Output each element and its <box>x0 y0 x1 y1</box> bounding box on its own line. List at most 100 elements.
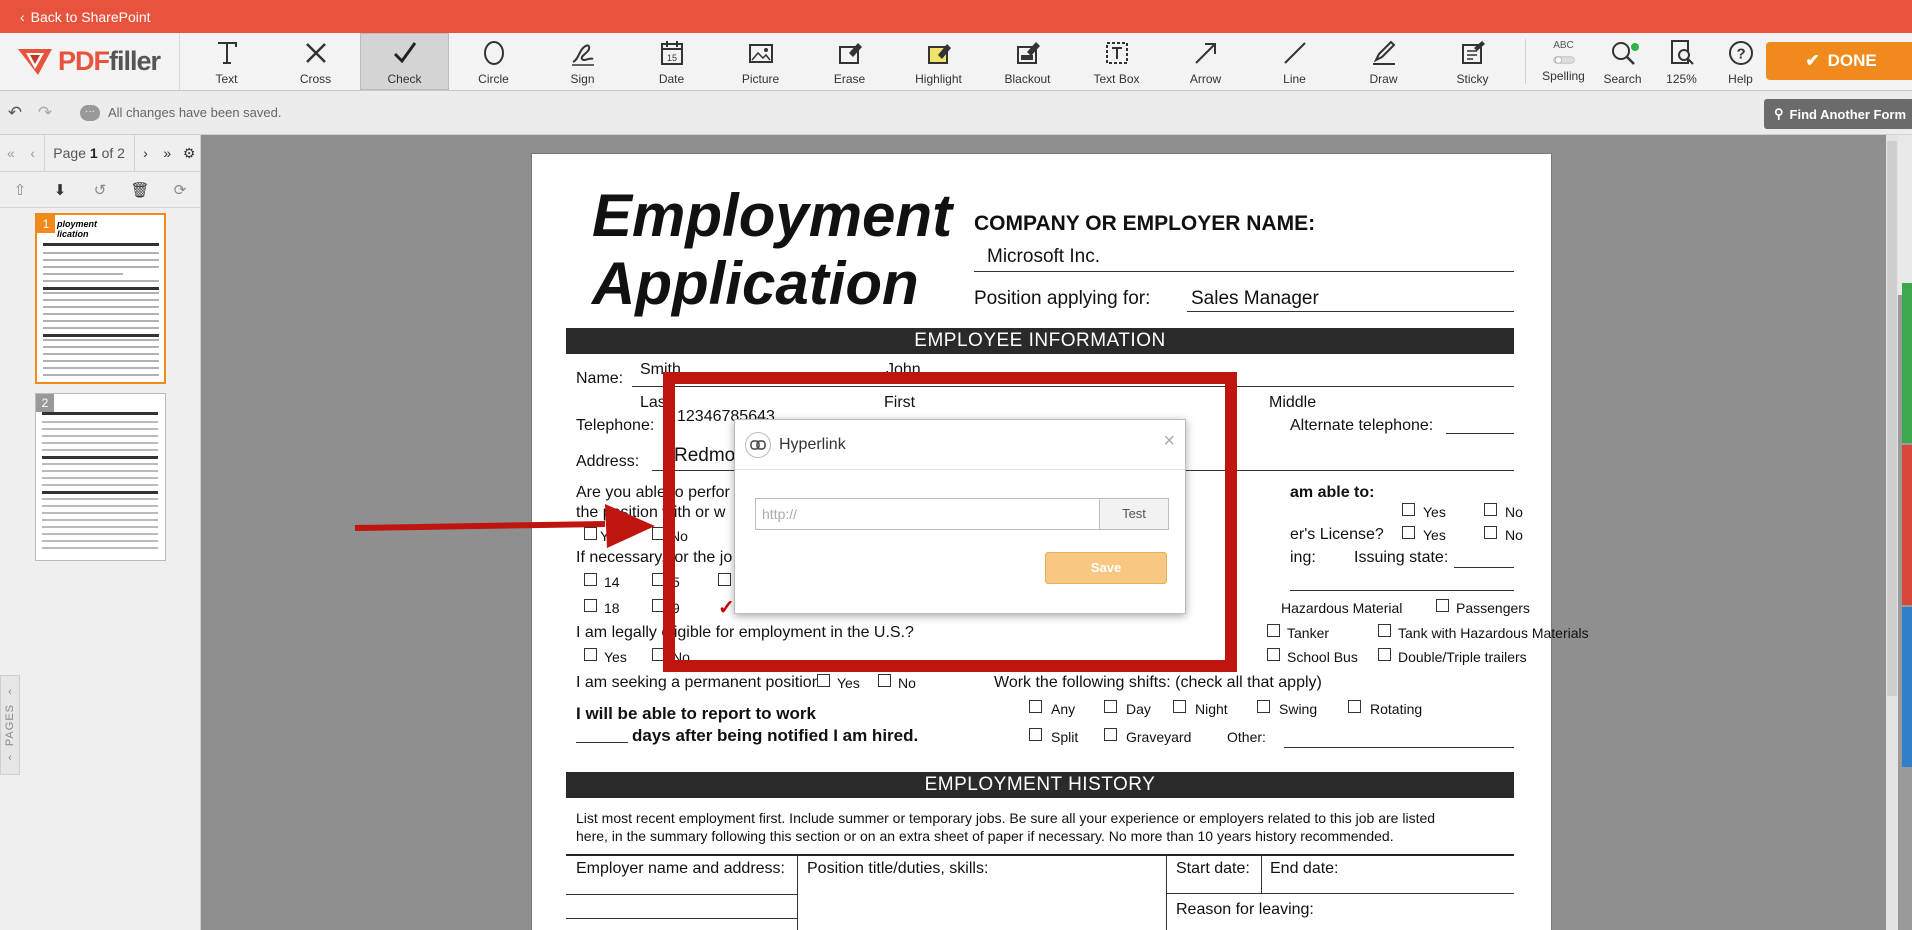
blackout-icon <box>1016 41 1040 64</box>
shift-day-checkbox[interactable] <box>1104 700 1117 713</box>
tool-group: Text Cross Check Circle Sign 15 Date Pic… <box>180 33 1770 90</box>
tool-spelling[interactable]: ABC Spelling <box>1534 33 1593 90</box>
tool-text-box[interactable]: Text Box <box>1072 33 1161 90</box>
svg-text:?: ? <box>1736 45 1745 62</box>
check-icon <box>393 41 416 63</box>
tool-label: Arrow <box>1189 71 1222 86</box>
school-bus-checkbox[interactable] <box>1267 648 1280 661</box>
refresh-icon[interactable]: ⟳ <box>160 181 200 199</box>
other-label: Other: <box>1227 729 1266 745</box>
annotation-arrow <box>355 504 655 548</box>
back-to-sharepoint-link[interactable]: ‹ Back to SharePoint <box>0 0 1912 33</box>
rotate-icon[interactable]: ↺ <box>80 181 120 199</box>
chevron-left-icon: ‹ <box>8 752 12 765</box>
find-another-form-button[interactable]: ⚲ Find Another Form <box>1764 99 1912 129</box>
license-no-checkbox[interactable] <box>1484 526 1497 539</box>
tool-sticky[interactable]: Sticky <box>1428 33 1517 90</box>
company-field[interactable]: Microsoft Inc. <box>987 246 1100 268</box>
tool-circle[interactable]: Circle <box>449 33 538 90</box>
tool-label: Date <box>658 71 685 86</box>
tool-text[interactable]: Text <box>182 33 271 90</box>
next-page-icon[interactable]: › <box>135 145 157 161</box>
page-current: 1 <box>89 144 98 161</box>
redo-icon[interactable]: ↷ <box>30 103 60 123</box>
tool-date[interactable]: 15 Date <box>627 33 716 90</box>
tool-check[interactable]: Check <box>360 33 449 90</box>
able-no-checkbox[interactable] <box>1484 503 1497 516</box>
tool-help[interactable]: ? Help <box>1711 33 1770 90</box>
pages-tab[interactable]: ‹ PAGES ‹ <box>0 675 20 775</box>
tool-highlight[interactable]: Highlight <box>894 33 983 90</box>
first-page-icon[interactable]: « <box>0 145 22 161</box>
shift-night-checkbox[interactable] <box>1173 700 1186 713</box>
tool-label: Erase <box>833 71 866 86</box>
shift-any-checkbox[interactable] <box>1029 700 1042 713</box>
eligible-yes-checkbox[interactable] <box>584 648 597 661</box>
undo-icon[interactable]: ↶ <box>0 103 30 123</box>
page-thumbnail[interactable]: 1 ployment lication <box>35 213 166 384</box>
find-label: Find Another Form <box>1789 106 1907 122</box>
permanent-no-checkbox[interactable] <box>878 674 891 687</box>
shift-split-checkbox[interactable] <box>1029 728 1042 741</box>
tool-arrow[interactable]: Arrow <box>1161 33 1250 90</box>
able-yes-checkbox[interactable] <box>1402 503 1415 516</box>
passengers-checkbox[interactable] <box>1436 599 1449 612</box>
url-input[interactable]: http:// <box>755 498 1100 530</box>
svg-text:lication: lication <box>57 229 89 239</box>
age-18-checkbox[interactable] <box>584 599 597 612</box>
permanent-yes-checkbox[interactable] <box>817 674 830 687</box>
double-triple-label: Double/Triple trailers <box>1398 649 1527 665</box>
page-tools: ⇧ ⬇ ↺ 🗑 ⟳ <box>0 172 200 208</box>
tool-label: Text Box <box>1093 71 1140 86</box>
shift-day-label: Day <box>1126 701 1151 717</box>
age-14-checkbox[interactable] <box>584 573 597 586</box>
tank-hazmat-checkbox[interactable] <box>1378 624 1391 637</box>
shift-rotating-checkbox[interactable] <box>1348 700 1361 713</box>
page-thumbnail[interactable]: 2 <box>35 393 166 561</box>
save-button[interactable]: Save <box>1045 552 1167 584</box>
done-button[interactable]: ✔ DONE <box>1766 42 1912 80</box>
trash-icon[interactable]: 🗑 <box>120 181 160 199</box>
tool-sign[interactable]: Sign <box>538 33 627 90</box>
zoom-icon <box>1670 39 1694 65</box>
test-button[interactable]: Test <box>1099 498 1169 530</box>
hyperlink-dialog: Hyperlink × http:// Test Save <box>734 419 1186 614</box>
tool-draw[interactable]: Draw <box>1339 33 1428 90</box>
pages-panel: « ‹ Page 1 of 2 › » ⚙ ⇧ ⬇ ↺ 🗑 ⟳ 1 ployme… <box>0 134 201 930</box>
last-page-icon[interactable]: » <box>156 145 178 161</box>
tanker-label: Tanker <box>1287 625 1330 641</box>
prev-page-icon[interactable]: ‹ <box>22 145 44 161</box>
tool-label: Check <box>387 71 422 86</box>
thumbnail-number: 1 <box>37 215 55 233</box>
name-label: Name: <box>576 370 624 387</box>
done-label: DONE <box>1827 51 1877 70</box>
position-field[interactable]: Sales Manager <box>1191 288 1319 310</box>
thumbnail-preview <box>42 412 158 549</box>
scroll-thumb[interactable] <box>1887 141 1897 696</box>
logo-brand-b: filler <box>109 46 161 76</box>
license-yes-checkbox[interactable] <box>1402 526 1415 539</box>
dialog-title: Hyperlink <box>779 435 846 453</box>
vertical-scrollbar[interactable] <box>1886 135 1898 930</box>
tool-line[interactable]: Line <box>1250 33 1339 90</box>
textbox-icon <box>1105 41 1128 64</box>
history-note-2: here, in the summary following this sect… <box>576 828 1394 844</box>
gear-icon[interactable]: ⚙ <box>178 145 200 162</box>
thumbnail-preview: ployment lication <box>43 219 159 376</box>
shift-graveyard-checkbox[interactable] <box>1104 728 1117 741</box>
logo-brand-a: PDF <box>58 46 110 76</box>
close-icon[interactable]: × <box>1163 430 1175 453</box>
shift-swing-checkbox[interactable] <box>1257 700 1270 713</box>
tool-blackout[interactable]: Blackout <box>983 33 1072 90</box>
move-up-icon[interactable]: ⇧ <box>0 181 40 199</box>
tool-picture[interactable]: Picture <box>716 33 805 90</box>
thumbnail-number: 2 <box>36 394 54 412</box>
tool-cross[interactable]: Cross <box>271 33 360 90</box>
move-down-icon[interactable]: ⬇ <box>40 181 80 199</box>
tanker-checkbox[interactable] <box>1267 624 1280 637</box>
tool-erase[interactable]: Erase <box>805 33 894 90</box>
address-label: Address: <box>576 453 640 470</box>
tool-search[interactable]: Search <box>1593 33 1652 90</box>
tool-zoom[interactable]: 125% <box>1652 33 1711 90</box>
double-triple-checkbox[interactable] <box>1378 648 1391 661</box>
